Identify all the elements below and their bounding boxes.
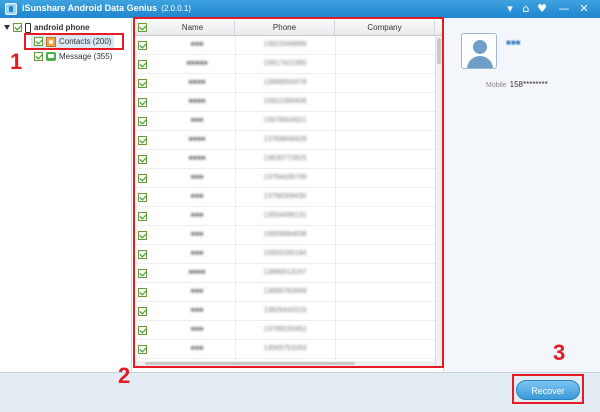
message-checkbox[interactable]: [34, 52, 43, 62]
close-icon[interactable]: ✕: [576, 1, 592, 17]
highlight-contacts-table: [133, 17, 444, 368]
mobile-label: Mobile: [486, 82, 507, 89]
dropdown-menu-icon[interactable]: ▾: [502, 1, 518, 17]
step-marker-3: 3: [553, 340, 566, 365]
avatar: [461, 33, 497, 69]
highlight-recover: [512, 374, 584, 404]
highlight-contacts: [24, 33, 124, 50]
app-version: (2.0.0.1): [161, 4, 191, 13]
step-marker-2: 2: [118, 363, 131, 388]
bottom-bar: [0, 372, 600, 412]
tree-item-message[interactable]: Message (355): [31, 50, 115, 63]
expand-arrow-icon[interactable]: [4, 25, 10, 30]
device-checkbox[interactable]: [13, 23, 22, 33]
window-title: iSunshare Android Data Genius (2.0.0.1): [22, 3, 191, 13]
detail-mobile: Mobile 158********: [486, 80, 548, 89]
app-logo-icon: [5, 3, 17, 15]
minimize-icon[interactable]: —: [556, 1, 572, 17]
favorite-icon[interactable]: ♥: [534, 1, 550, 17]
phone-icon: [25, 22, 31, 33]
contact-detail-pane: ■■■ Mobile 158********: [443, 18, 600, 372]
detail-contact-name: ■■■: [506, 38, 521, 47]
message-label: Message (355): [59, 52, 113, 61]
person-icon: [473, 40, 487, 54]
device-label: android phone: [34, 23, 90, 32]
step-marker-1: 1: [10, 49, 23, 74]
title-bar: iSunshare Android Data Genius (2.0.0.1) ▾…: [0, 0, 600, 18]
home-icon[interactable]: ⌂: [518, 1, 534, 17]
mobile-value: 158********: [509, 80, 548, 89]
message-icon: [46, 52, 56, 62]
